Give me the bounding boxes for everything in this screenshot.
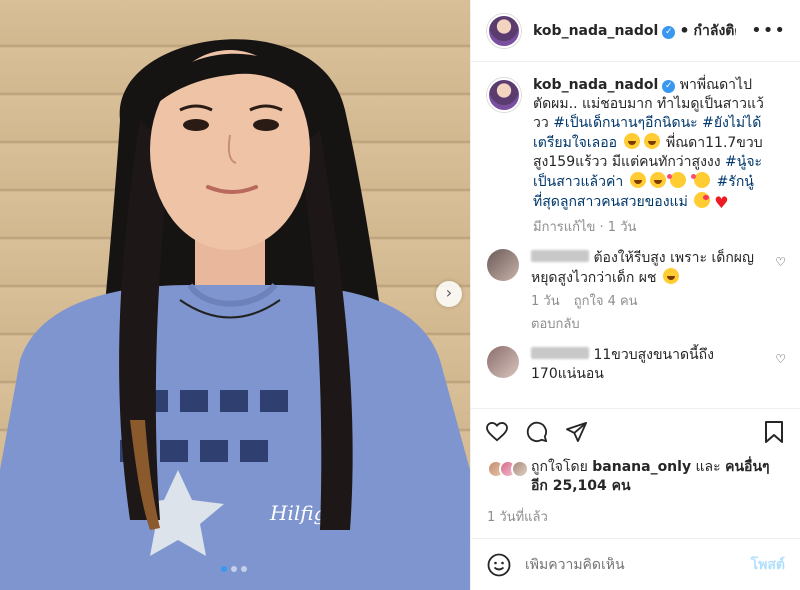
laughing-emoji-icon	[629, 172, 646, 188]
following-button[interactable]: กำลังติดตาม	[694, 20, 736, 42]
post-comment-button[interactable]: โพสต์	[751, 554, 785, 576]
post-side-panel: kob_nada_nadol✓ • กำลังติดตาม ••• kob_na…	[470, 0, 800, 590]
hearts-face-emoji-icon	[691, 172, 711, 188]
comments-scroll[interactable]: kob_nada_nadol ✓ พาพี่ณดาไปตัดผม.. แม่ชอบ…	[471, 62, 800, 408]
comment-likes[interactable]: ถูกใจ 4 คน	[574, 294, 638, 309]
comment-like-heart-icon[interactable]: ♡	[775, 352, 786, 366]
blurred-username[interactable]	[531, 347, 589, 359]
post-time: 1 วันที่แล้ว	[487, 510, 548, 525]
carousel-dot	[231, 566, 237, 572]
caption-edited-time: มีการแก้ไข · 1 วัน	[533, 220, 637, 235]
grinning-emoji-icon	[643, 133, 660, 149]
kiss-emoji-icon	[694, 192, 711, 208]
comment-item: 11ขวบสูงขนาดนี้ถึง 170แน่นอน ♡	[471, 334, 800, 384]
post-header: kob_nada_nadol✓ • กำลังติดตาม •••	[471, 0, 800, 62]
liker-avatar	[511, 460, 529, 478]
comment-time: 1 วัน	[531, 294, 560, 309]
carousel-dots	[221, 566, 247, 572]
laughing-emoji-icon	[662, 268, 679, 284]
comment-like-heart-icon[interactable]: ♡	[775, 255, 786, 269]
hearts-face-emoji-icon	[666, 172, 686, 188]
separator-dot: •	[679, 21, 690, 40]
verified-icon: ✓	[662, 80, 676, 93]
girl-portrait-image: Hilfiger	[0, 39, 470, 590]
liked-by-user[interactable]: banana_only	[592, 459, 691, 475]
comment-icon[interactable]	[525, 420, 549, 444]
comment-body: 11ขวบสูงขนาดนี้ถึง 170แน่นอน	[531, 346, 767, 384]
and-label: และ	[695, 459, 721, 475]
more-icon[interactable]: •••	[751, 20, 786, 41]
caption-username[interactable]: kob_nada_nadol	[533, 77, 658, 93]
carousel-dot	[241, 566, 247, 572]
comment-item: ต้องให้รีบสูง เพราะ เด็กผญ หยุดสูงไวกว่า…	[471, 237, 800, 334]
comment-body: ต้องให้รีบสูง เพราะ เด็กผญ หยุดสูงไวกว่า…	[531, 249, 767, 334]
commenter-avatar[interactable]	[487, 249, 519, 281]
bookmark-icon[interactable]	[762, 420, 786, 444]
verified-icon: ✓	[662, 25, 676, 39]
heart-icon[interactable]	[485, 420, 509, 444]
author-avatar[interactable]	[487, 78, 521, 112]
add-comment-input[interactable]	[525, 556, 725, 573]
post-actions	[471, 408, 800, 454]
comment-meta: 1 วัน ถูกใจ 4 คน	[531, 292, 767, 311]
carousel-dot	[221, 566, 227, 572]
emoji-icon[interactable]	[487, 553, 511, 577]
caption-body: kob_nada_nadol ✓ พาพี่ณดาไปตัดผม.. แม่ชอบ…	[533, 76, 769, 237]
likes-summary: ถูกใจโดย banana_only และ คนอื่นๆ อีก 25,…	[471, 454, 800, 496]
post-caption: kob_nada_nadol ✓ พาพี่ณดาไปตัดผม.. แม่ชอบ…	[471, 62, 800, 237]
liked-by-label: ถูกใจโดย	[531, 459, 588, 475]
post-photo[interactable]: Hilfiger ›	[0, 0, 470, 590]
grinning-emoji-icon	[623, 133, 640, 149]
liker-avatars	[487, 460, 531, 478]
blurred-username[interactable]	[531, 250, 589, 262]
hashtag-link[interactable]: #เป็นเด็กนานๆอีกนิดนะ	[553, 115, 697, 131]
add-comment-bar: โพสต์	[471, 538, 800, 590]
laughing-emoji-icon	[649, 172, 666, 188]
likes-text: ถูกใจโดย banana_only และ คนอื่นๆ อีก 25,…	[531, 458, 784, 496]
author-avatar[interactable]	[487, 13, 521, 48]
share-icon[interactable]	[565, 420, 589, 444]
red-heart-emoji-icon: ♥	[714, 193, 729, 212]
carousel-next-button[interactable]: ›	[436, 281, 462, 307]
author-username[interactable]: kob_nada_nadol ✓	[533, 23, 676, 39]
reply-button[interactable]: ตอบกลับ	[531, 315, 767, 334]
commenter-avatar[interactable]	[487, 346, 519, 378]
